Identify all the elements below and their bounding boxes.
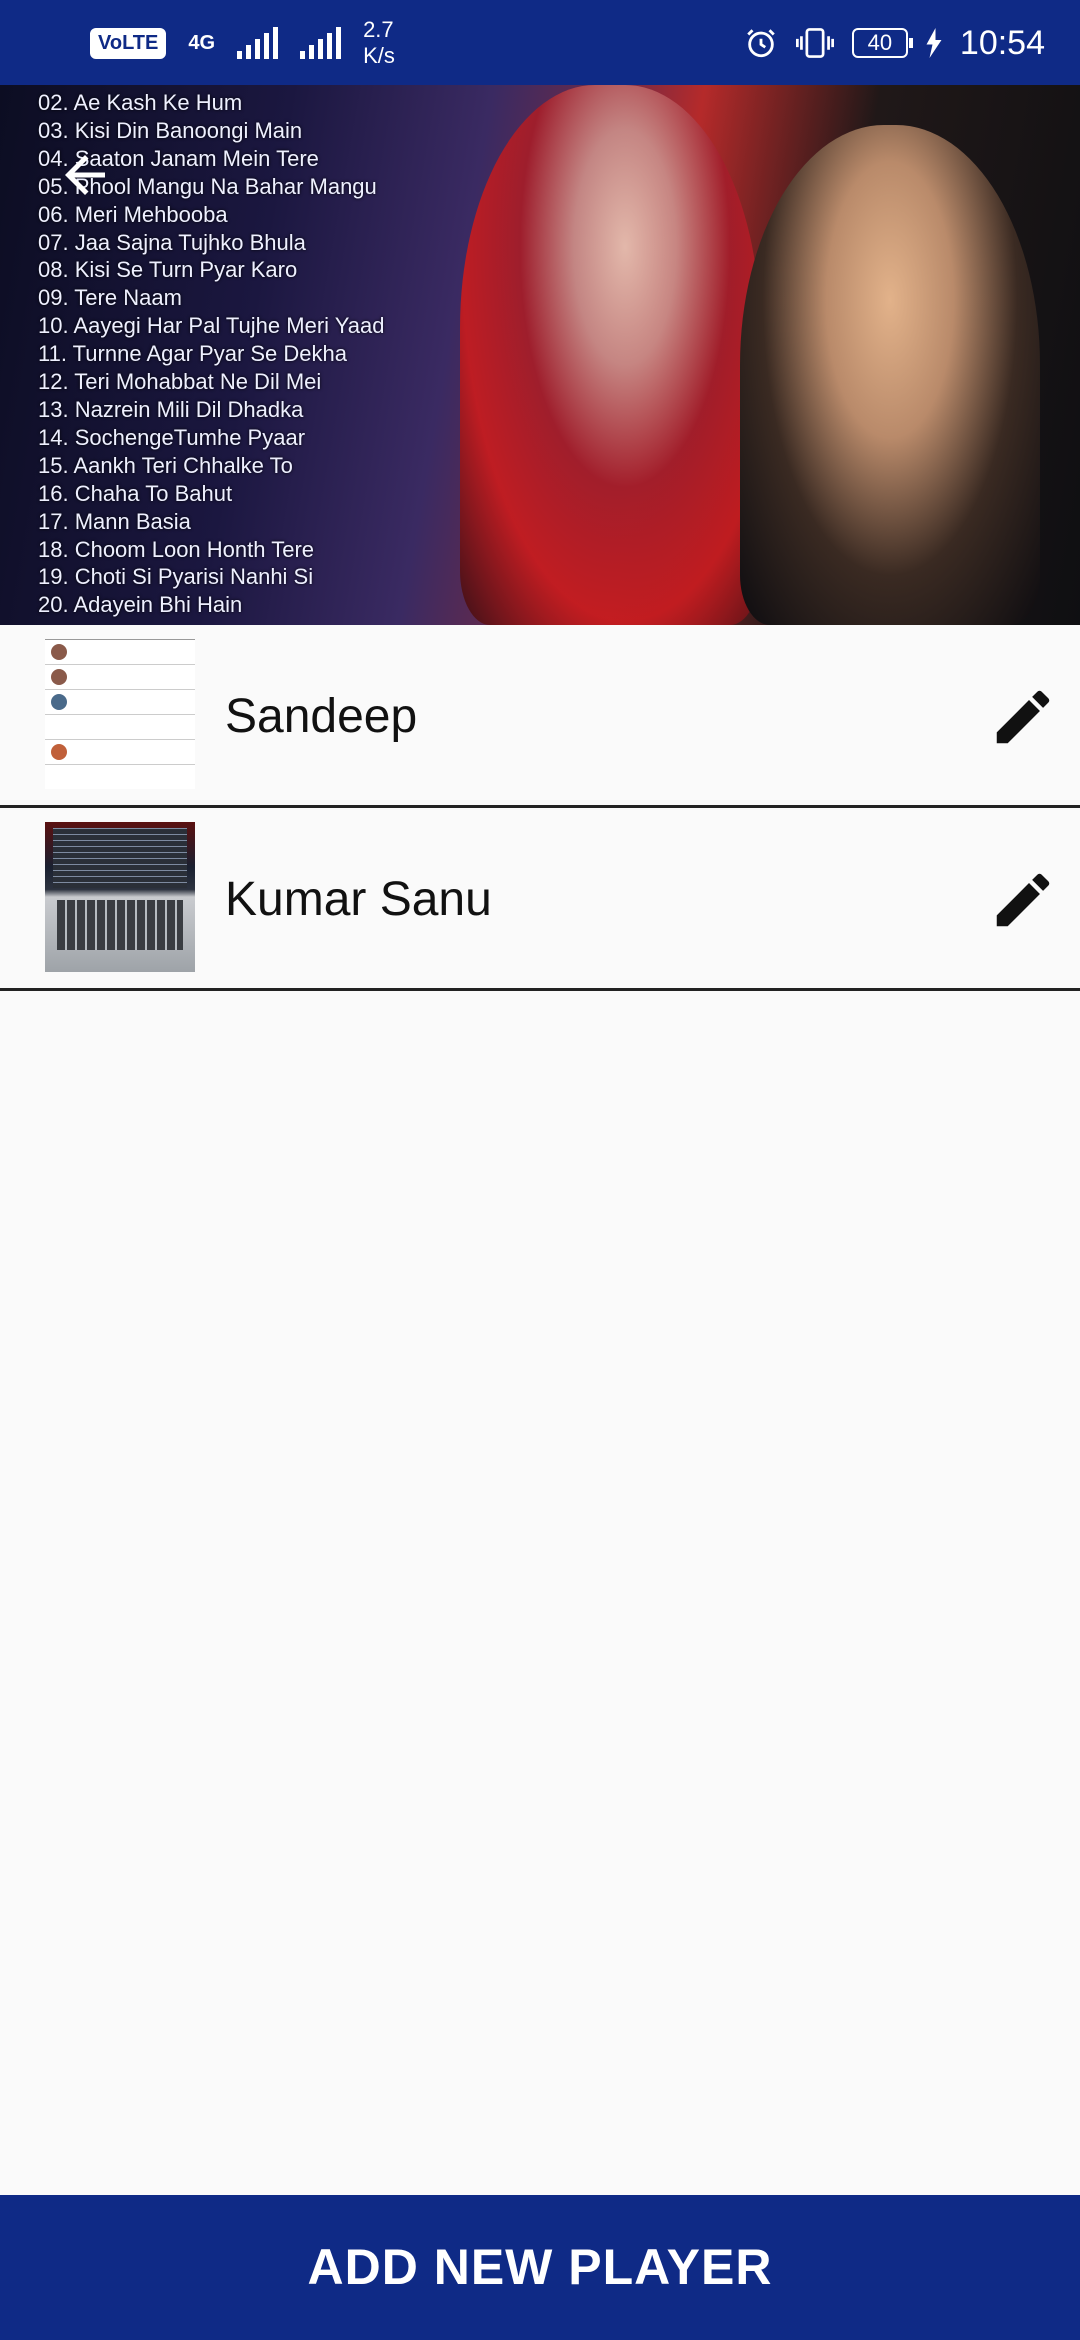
song-item: 13. Nazrein Mili Dil Dhadka (38, 396, 304, 422)
singer-photo-male (740, 125, 1040, 625)
alarm-icon (747, 29, 775, 58)
arrow-left-icon (65, 155, 105, 195)
clock: 10:54 (959, 23, 1045, 62)
charging-icon (926, 28, 942, 58)
add-new-player-button[interactable]: ADD NEW PLAYER (0, 2195, 1080, 2340)
song-item: 02. Ae Kash Ke Hum (38, 90, 243, 115)
signal-icon (237, 27, 279, 59)
song-item: 12. Teri Mohabbat Ne Dil Mei (38, 369, 322, 395)
player-avatar (45, 639, 195, 789)
song-item: 08. Kisi Se Turn Pyar Karo (38, 257, 298, 283)
song-item: 10. Aayegi Har Pal Tujhe Meri Yaad (38, 313, 385, 339)
song-item: 14. SochengeTumhe Pyaar (38, 424, 306, 450)
app-root: VoLTE 4G 2.7 K/s 40 10:54 02. Ae Kash Ke… (0, 0, 1080, 2340)
player-row[interactable]: Kumar Sanu (0, 808, 1080, 991)
song-item: 17. Mann Basia (38, 508, 191, 534)
status-right: 40 10:54 (744, 18, 1045, 68)
header-image: 02. Ae Kash Ke Hum 03. Kisi Din Banoongi… (0, 85, 1080, 625)
battery-icon: 40 (851, 28, 913, 58)
song-item: 09. Tere Naam (38, 285, 182, 311)
player-name: Sandeep (225, 690, 418, 743)
song-item: 16. Chaha To Bahut (38, 480, 233, 506)
signal-icon-2 (300, 27, 342, 59)
speed-unit: K/s (363, 43, 395, 68)
player-row[interactable]: Sandeep (0, 625, 1080, 808)
volte-badge: VoLTE (90, 27, 167, 59)
vibrate-icon (795, 28, 834, 58)
song-item: 19. Choti Si Pyarisi Nanhi Si (38, 564, 314, 590)
song-item: 11. Turnne Agar Pyar Se Dekha (38, 341, 347, 367)
pencil-icon[interactable] (988, 682, 1058, 752)
song-item: 03. Kisi Din Banoongi Main (38, 117, 303, 143)
singer-photo-female (460, 85, 760, 625)
player-avatar (45, 822, 195, 972)
speed-value: 2.7 (363, 17, 394, 42)
song-item: 20. Adayein Bhi Hain (38, 592, 243, 618)
player-list: Sandeep Kumar Sanu (0, 625, 1080, 991)
player-name: Kumar Sanu (225, 873, 492, 926)
back-button[interactable] (55, 145, 115, 205)
network-type: 4G (188, 32, 216, 54)
network-speed: 2.7 K/s (363, 17, 395, 69)
pencil-icon[interactable] (988, 865, 1058, 935)
status-left: VoLTE 4G 2.7 K/s (90, 17, 395, 69)
song-item: 07. Jaa Sajna Tujhko Bhula (38, 229, 306, 255)
status-bar: VoLTE 4G 2.7 K/s 40 10:54 (0, 0, 1080, 85)
song-item: 18. Choom Loon Honth Tere (38, 536, 314, 562)
song-item: 15. Aankh Teri Chhalke To (38, 452, 293, 478)
